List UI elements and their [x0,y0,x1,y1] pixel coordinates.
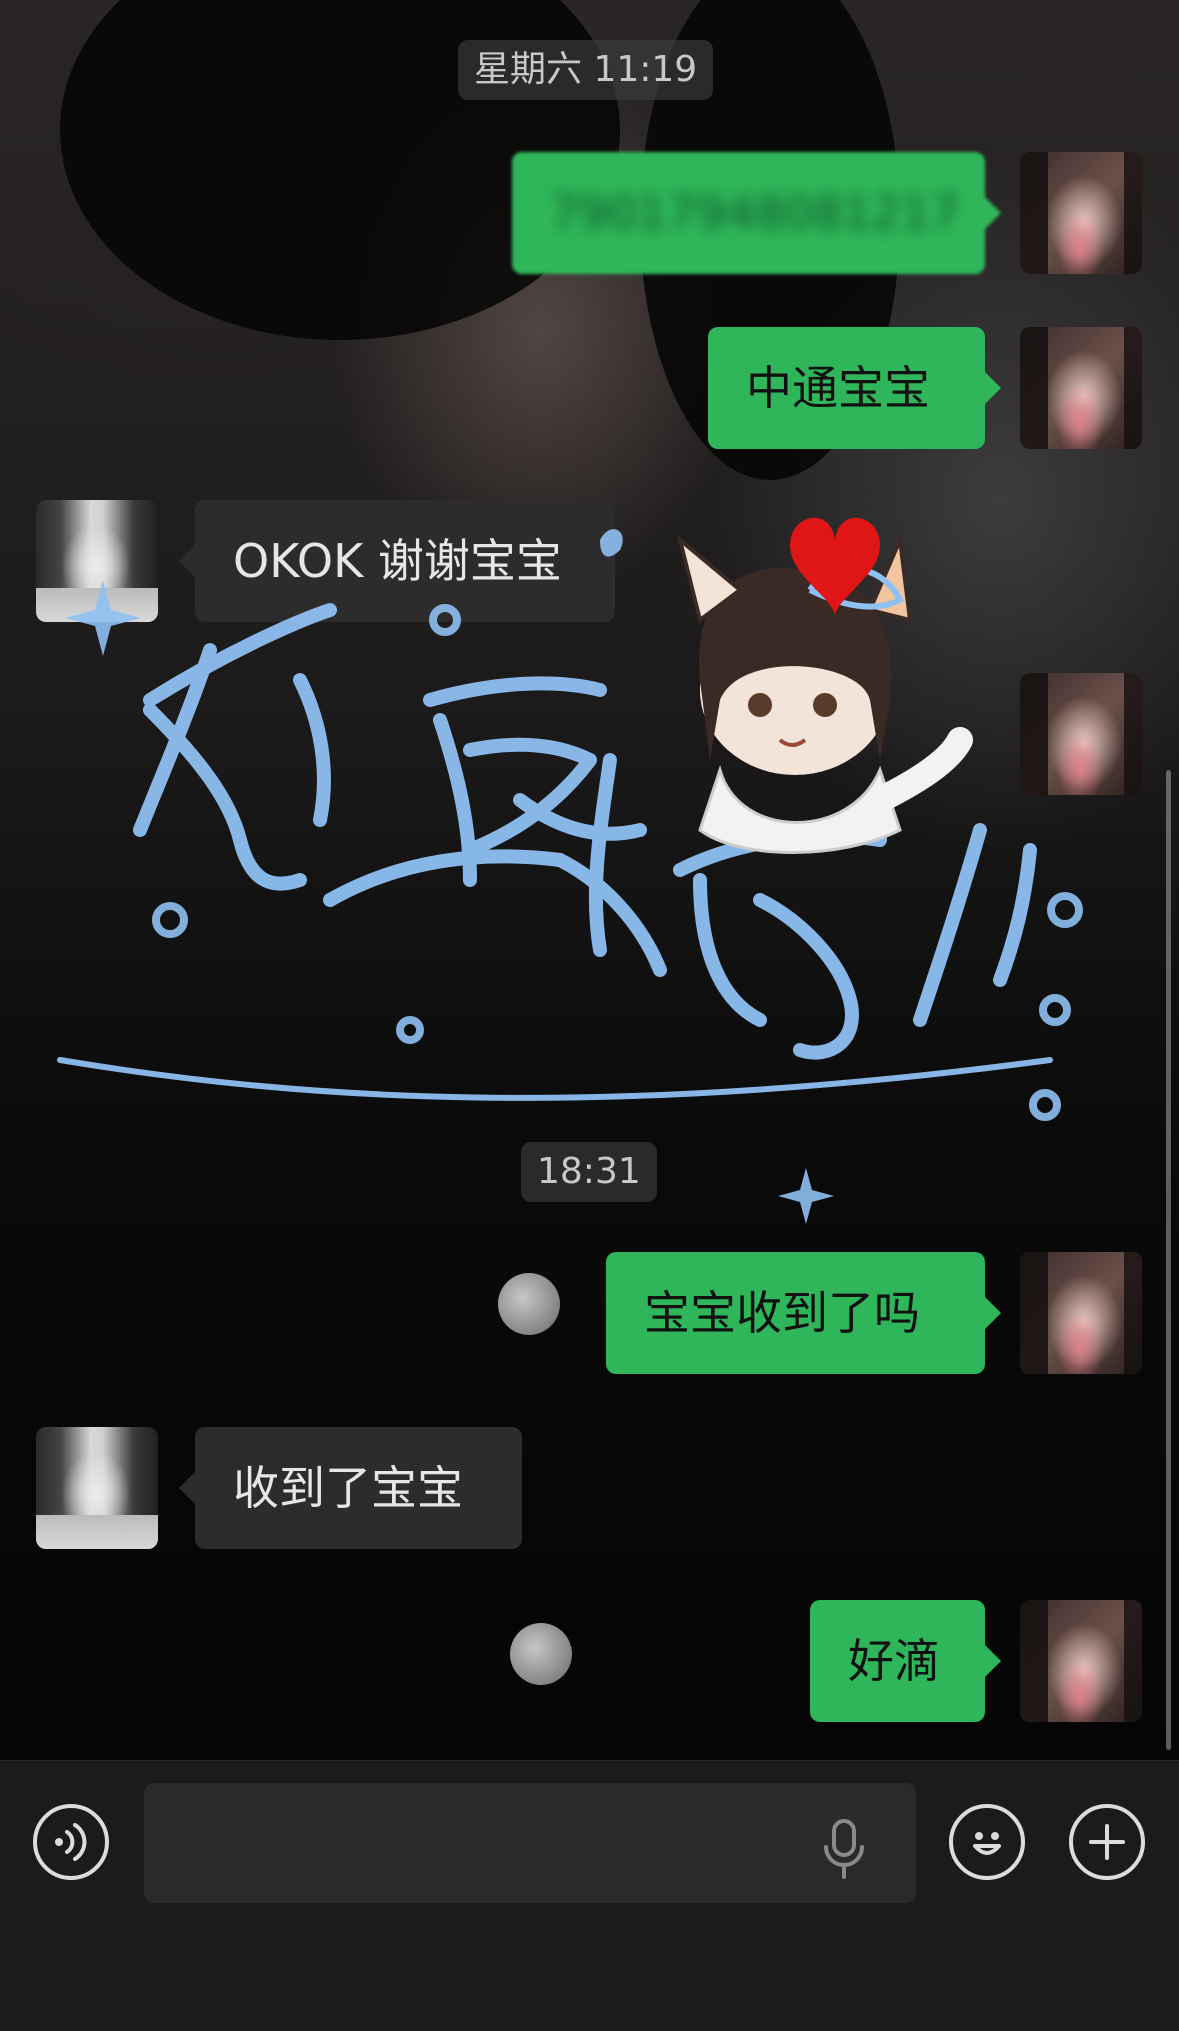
message-text: OKOK 谢谢宝宝 [233,534,562,588]
message-bubble-other[interactable]: OKOK 谢谢宝宝 [179,500,615,622]
voice-toggle-icon [55,1823,87,1861]
message-text: 宝宝收到了吗 [644,1286,920,1340]
background-photo-button [498,1273,560,1335]
emoji-button[interactable] [949,1804,1025,1880]
self-avatar[interactable] [1020,152,1142,274]
scrollbar[interactable] [1166,770,1171,1750]
self-avatar[interactable] [1020,1600,1142,1722]
contact-avatar[interactable] [36,500,158,622]
self-avatar[interactable] [1020,673,1142,795]
message-text: 中通宝宝 [746,361,930,415]
message-bubble-self[interactable]: 好滴 [810,1600,1001,1722]
message-text: 收到了宝宝 [233,1461,463,1515]
message-bubble-self[interactable]: 中通宝宝 [708,327,1001,449]
self-avatar[interactable] [1020,327,1142,449]
background-photo-button [510,1623,572,1685]
message-bubble-self[interactable]: 79017948081217 [512,152,1001,274]
message-text: 好滴 [848,1634,940,1688]
contact-avatar[interactable] [36,1427,158,1549]
timestamp: 18:31 [521,1142,657,1202]
microphone-icon[interactable] [822,1819,866,1881]
emoji-icon [973,1832,1001,1855]
message-input[interactable] [144,1783,916,1903]
self-avatar[interactable] [1020,1252,1142,1374]
timestamp: 星期六 11:19 [458,40,714,100]
message-text: 79017948081217 [550,186,960,240]
message-bubble-other[interactable]: 收到了宝宝 [179,1427,522,1549]
more-options-button[interactable] [1069,1804,1145,1880]
voice-toggle-button[interactable] [33,1804,109,1880]
message-bubble-self[interactable]: 宝宝收到了吗 [606,1252,1001,1374]
plus-icon [1089,1824,1125,1860]
